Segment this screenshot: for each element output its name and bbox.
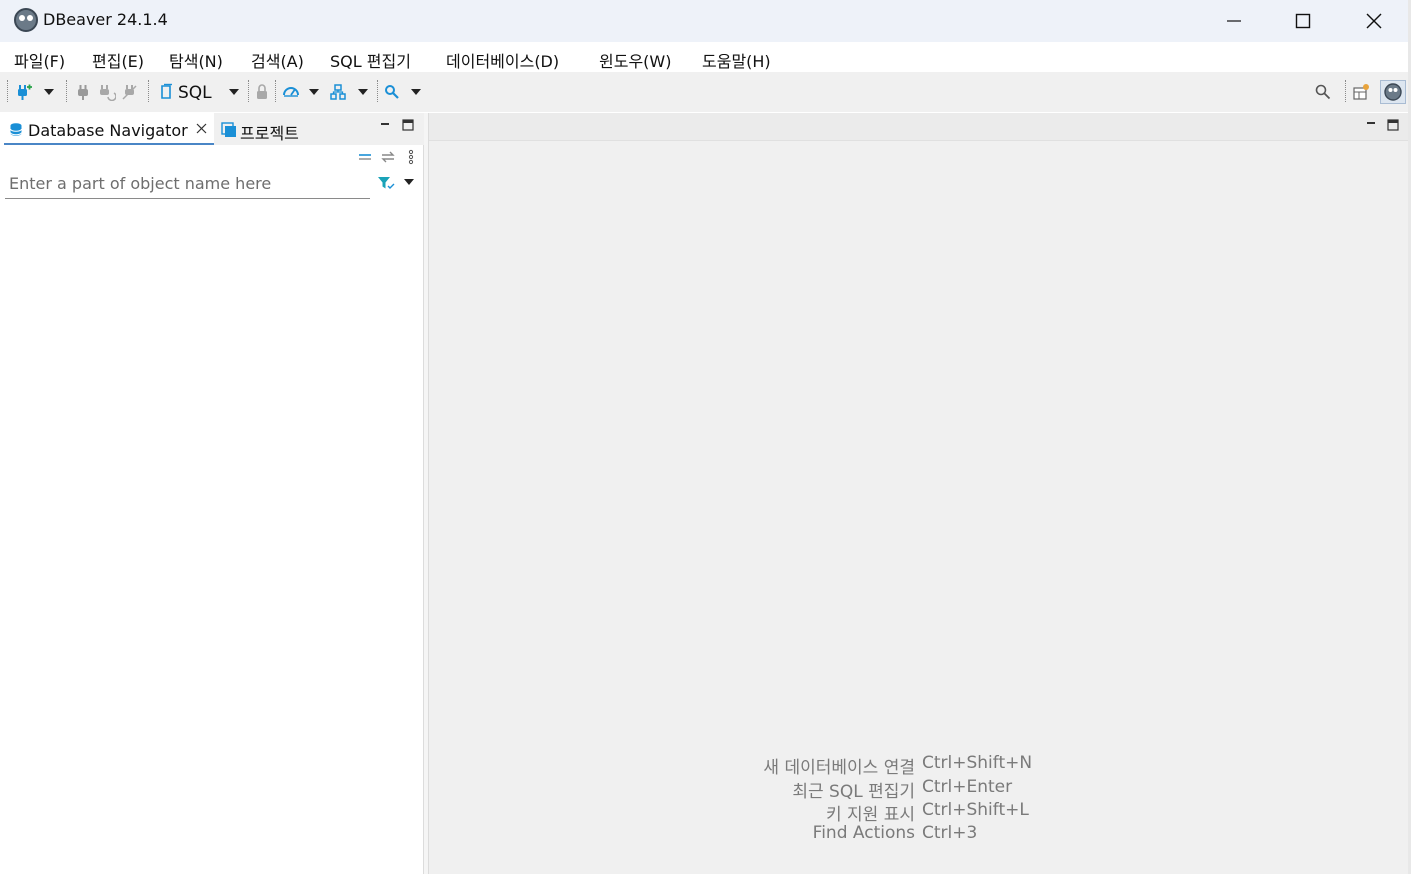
close-window-button[interactable] xyxy=(1339,0,1409,42)
hint-recent-sql-editor: 최근 SQL 편집기 Ctrl+Enter xyxy=(429,777,1409,802)
main-toolbar: SQL xyxy=(0,72,1411,112)
hint-label: 키 지원 표시 xyxy=(825,805,915,825)
title-bar: DBeaver 24.1.4 xyxy=(0,0,1411,42)
chevron-down-icon xyxy=(358,89,368,95)
hint-shortcut: Ctrl+Shift+L xyxy=(922,800,1029,820)
dbeaver-logo-icon xyxy=(1384,83,1402,101)
menu-database[interactable]: 데이터베이스(D) xyxy=(446,48,559,72)
connect-button[interactable] xyxy=(74,82,92,102)
chevron-down-icon xyxy=(229,89,239,95)
minimize-icon xyxy=(1227,20,1241,22)
editor-tabbar xyxy=(429,113,1409,141)
search-icon xyxy=(1315,84,1331,100)
transaction-mode-button[interactable] xyxy=(254,82,270,102)
link-with-editor-icon[interactable] xyxy=(380,150,396,164)
hint-label: 최근 SQL 편집기 xyxy=(792,782,915,802)
tab-projects-label: 프로젝트 xyxy=(240,124,299,143)
open-perspective-button[interactable] xyxy=(1351,82,1371,102)
minimize-editor-icon[interactable] xyxy=(1365,117,1377,129)
maximize-editor-icon[interactable] xyxy=(1387,119,1399,131)
projects-icon xyxy=(221,122,236,137)
gauge-icon xyxy=(283,87,299,97)
editor-area: 새 데이터베이스 연결 Ctrl+Shift+N 최근 SQL 편집기 Ctrl… xyxy=(428,113,1409,874)
plug-plus-icon xyxy=(18,84,32,100)
close-icon xyxy=(1366,13,1382,29)
database-navigator-panel: Database Navigator 프로젝트 xyxy=(4,113,424,874)
menu-edit[interactable]: 편집(E) xyxy=(92,48,144,72)
close-tab-icon[interactable] xyxy=(196,123,207,134)
dbeaver-logo-icon xyxy=(14,8,38,32)
reconnect-icon xyxy=(100,85,116,101)
navigator-subtoolbar xyxy=(4,146,424,168)
sql-editor-dropdown[interactable] xyxy=(226,86,242,98)
perspective-icon xyxy=(1353,84,1369,100)
dbeaver-perspective-button[interactable] xyxy=(1380,80,1406,104)
filter-options-dropdown[interactable] xyxy=(404,179,418,189)
menu-sql-editor[interactable]: SQL 편집기 xyxy=(330,48,411,72)
toolbar-separator xyxy=(248,80,249,102)
menu-file[interactable]: 파일(F) xyxy=(14,48,65,72)
invalidate-reconnect-button[interactable] xyxy=(97,82,117,102)
minimize-window-button[interactable] xyxy=(1199,0,1269,42)
toolbar-separator xyxy=(66,80,67,102)
new-connection-button[interactable] xyxy=(14,82,34,102)
plug-icon xyxy=(78,85,88,100)
menu-window[interactable]: 윈도우(W) xyxy=(599,48,671,72)
toolbar-separator xyxy=(377,80,378,102)
search-tool-button[interactable] xyxy=(383,82,401,102)
hint-show-key-assist: 키 지원 표시 Ctrl+Shift+L xyxy=(429,800,1409,825)
hint-new-connection: 새 데이터베이스 연결 Ctrl+Shift+N xyxy=(429,753,1409,778)
chevron-down-icon xyxy=(309,89,319,95)
new-connection-dropdown[interactable] xyxy=(40,86,58,98)
hint-shortcut: Ctrl+3 xyxy=(922,823,978,843)
magnifier-blue-icon xyxy=(385,85,399,99)
maximize-icon xyxy=(1295,13,1311,29)
chevron-down-icon xyxy=(411,89,421,95)
toolbar-separator xyxy=(1345,80,1346,102)
toolbar-grip xyxy=(7,80,8,102)
menu-bar: 파일(F) 편집(E) 탐색(N) 검색(A) SQL 편집기 데이터베이스(D… xyxy=(0,42,1411,72)
global-search-button[interactable] xyxy=(1313,82,1333,102)
maximize-window-button[interactable] xyxy=(1268,0,1338,42)
sql-editor-icon xyxy=(158,82,174,102)
search-tool-dropdown[interactable] xyxy=(408,86,424,98)
diagram-icon xyxy=(330,84,346,100)
dashboard-dropdown[interactable] xyxy=(306,86,322,98)
tab-database-navigator-label: Database Navigator xyxy=(28,121,188,140)
chevron-down-icon xyxy=(44,89,54,95)
dashboard-button[interactable] xyxy=(281,82,301,102)
hint-find-actions: Find Actions Ctrl+3 xyxy=(429,823,1409,846)
erd-button[interactable] xyxy=(328,82,348,102)
sql-editor-button[interactable]: SQL xyxy=(178,83,212,103)
erd-dropdown[interactable] xyxy=(355,86,371,98)
collapse-all-icon[interactable] xyxy=(358,151,372,163)
filter-icon[interactable] xyxy=(377,175,395,191)
hint-shortcut: Ctrl+Enter xyxy=(922,777,1013,797)
toolbar-separator xyxy=(148,80,149,102)
maximize-view-icon[interactable] xyxy=(402,119,414,131)
database-icon xyxy=(10,123,22,136)
toolbar-separator xyxy=(275,80,276,102)
chevron-down-icon xyxy=(404,179,414,185)
disconnect-button[interactable] xyxy=(120,82,140,102)
window-title: DBeaver 24.1.4 xyxy=(43,10,168,29)
tab-database-navigator[interactable]: Database Navigator xyxy=(4,113,214,145)
hint-label: 새 데이터베이스 연결 xyxy=(763,758,915,778)
object-name-filter-input[interactable] xyxy=(5,169,370,199)
minimize-view-icon[interactable] xyxy=(379,118,391,130)
navigator-tabstrip: Database Navigator 프로젝트 xyxy=(4,113,424,145)
hint-label: Find Actions xyxy=(812,823,915,843)
lock-icon xyxy=(257,84,267,99)
menu-navigate[interactable]: 탐색(N) xyxy=(169,48,223,72)
view-menu-icon[interactable] xyxy=(407,149,415,165)
disconnect-icon xyxy=(122,85,137,100)
tab-projects[interactable]: 프로젝트 xyxy=(218,113,328,145)
hint-shortcut: Ctrl+Shift+N xyxy=(922,753,1033,773)
menu-search[interactable]: 검색(A) xyxy=(251,48,304,72)
menu-help[interactable]: 도움말(H) xyxy=(702,48,771,72)
